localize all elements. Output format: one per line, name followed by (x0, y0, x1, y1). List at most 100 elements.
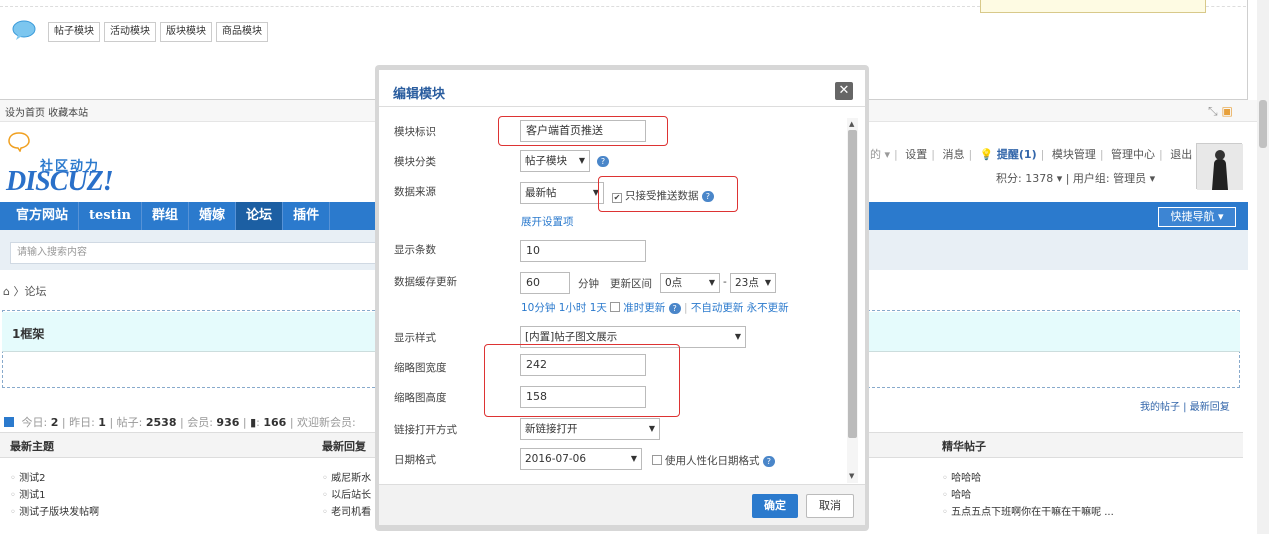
link-separator: | (683, 302, 688, 314)
help-icon[interactable]: ? (762, 456, 775, 467)
column-title-replies: 最新回复 (322, 440, 366, 453)
user-links-prefix: 的 ▾ (870, 148, 891, 161)
scroll-up-icon[interactable]: ▲ (849, 120, 854, 128)
diy-tip-box (980, 0, 1206, 13)
admin-center-link[interactable]: 管理中心 (1111, 148, 1155, 161)
help-icon[interactable]: ? (668, 303, 681, 314)
dialog-divider (379, 106, 865, 107)
nav-plugins[interactable]: 插件 (283, 202, 331, 230)
stats-today: 2 (50, 416, 59, 429)
scroll-down-icon[interactable]: ▼ (849, 472, 854, 480)
range-from-select[interactable]: 0点 (660, 273, 720, 293)
on-time-text: 准时更新 (623, 302, 666, 314)
display-count-input[interactable]: 10 (520, 240, 646, 262)
nav-testin[interactable]: testin (79, 202, 143, 230)
cancel-button[interactable]: 取消 (806, 494, 854, 518)
logo-bubble-icon (8, 132, 30, 152)
nav-official[interactable]: 官方网站 (6, 202, 80, 230)
list-item[interactable]: 五点五点下班啊你在干嘛在干嘛呢 ... (942, 504, 1114, 521)
module-category-label: 模块分类 (394, 156, 436, 168)
link-open-select[interactable]: 新链接打开 (520, 418, 660, 440)
logo-text[interactable]: DISCUZ! (6, 166, 114, 198)
quick-time-links[interactable]: 10分钟 1小时 1天 (521, 302, 607, 314)
remind-link[interactable]: 提醒(1) (997, 148, 1037, 161)
user-points[interactable]: 积分: 1378 ▾ | 用户组: 管理员 ▾ (996, 170, 1155, 186)
diy-tab-goods[interactable]: 商品模块 (216, 22, 268, 42)
column-title-newest: 最新主题 (10, 440, 54, 453)
list-item[interactable]: 测试2 (10, 470, 99, 487)
stats-today-label: 今日: (21, 416, 48, 429)
list-item[interactable]: 老司机看 (322, 504, 371, 521)
newest-list: 测试2 测试1 测试子版块发帖啊 (10, 470, 99, 521)
breadcrumb[interactable]: ⌂ 〉论坛 (3, 283, 46, 299)
module-id-label: 模块标识 (394, 126, 436, 138)
data-source-select[interactable]: 最新帖 (520, 182, 604, 204)
module-category-select[interactable]: 帖子模块 (520, 150, 590, 172)
diy-tab-thread[interactable]: 帖子模块 (48, 22, 100, 42)
diy-tab-forum[interactable]: 版块模块 (160, 22, 212, 42)
column-title-digest: 精华帖子 (942, 440, 986, 453)
thumb-height-label: 缩略图高度 (394, 392, 447, 404)
cache-minutes-input[interactable]: 60 (520, 272, 570, 294)
nav-groups[interactable]: 群组 (142, 202, 190, 230)
logout-link[interactable]: 退出 (1170, 148, 1192, 161)
frame-title: 1框架 (12, 327, 45, 341)
shrink-icon[interactable]: ⤡ (1208, 104, 1218, 118)
thumb-width-label: 缩略图宽度 (394, 362, 447, 374)
list-item[interactable]: 威尼斯水 (322, 470, 371, 487)
diy-tab-activity[interactable]: 活动模块 (104, 22, 156, 42)
messages-link[interactable]: 消息 (942, 148, 964, 161)
push-only-checkbox[interactable]: ✔ (612, 193, 622, 203)
module-id-input[interactable]: 客户端首页推送 (520, 120, 646, 142)
my-posts-links[interactable]: 我的帖子 | 最新回复 (1140, 398, 1230, 413)
quick-nav-button[interactable]: 快捷导航 ▾ (1158, 207, 1236, 227)
search-input[interactable]: 请输入搜索内容 (10, 242, 380, 264)
topbar-links[interactable]: 设为首页 收藏本站 (5, 104, 88, 119)
bulb-icon: 💡 (979, 148, 994, 161)
module-manage-link[interactable]: 模块管理 (1052, 148, 1096, 161)
on-time-checkbox[interactable] (610, 302, 621, 312)
nav-wedding[interactable]: 婚嫁 (189, 202, 237, 230)
list-item[interactable]: 哈哈哈 (942, 470, 1114, 487)
color-icon[interactable]: ▣ (1221, 104, 1232, 118)
page-scrollbar[interactable] (1257, 0, 1269, 534)
list-item[interactable]: 测试子版块发帖啊 (10, 504, 99, 521)
avatar[interactable] (1196, 143, 1243, 190)
data-source-label: 数据来源 (394, 186, 436, 198)
date-format-select[interactable]: 2016-07-06 (520, 448, 642, 470)
replies-list: 威尼斯水 以后站长 老司机看 (322, 470, 371, 521)
dialog-title: 编辑模块 (393, 87, 446, 102)
update-range-label: 更新区间 (610, 278, 652, 290)
dialog-scroll-thumb[interactable] (848, 130, 857, 438)
close-icon[interactable]: ✕ (835, 82, 853, 100)
list-item[interactable]: 哈哈 (942, 487, 1114, 504)
range-to-select[interactable]: 23点 (730, 273, 776, 293)
cache-update-label: 数据缓存更新 (394, 276, 457, 288)
help-icon[interactable]: ? (701, 191, 714, 202)
topbar-icons[interactable]: ⤡ ▣ (1208, 104, 1233, 119)
stats-posts-label: 帖子: (116, 416, 143, 429)
settings-link[interactable]: 设置 (905, 148, 927, 161)
list-item[interactable]: 以后站长 (322, 487, 371, 504)
stats-yesterday-label: 昨日: (69, 416, 95, 429)
push-only-option[interactable]: ✔ 只接受推送数据 ? (612, 188, 714, 203)
thumb-height-input[interactable]: 158 (520, 386, 646, 408)
cache-quick-links[interactable]: 10分钟 1小时 1天 准时更新 ? | 不自动更新 永不更新 (521, 300, 789, 315)
nav-forum[interactable]: 论坛 (236, 202, 284, 230)
human-date-text: 使用人性化日期格式 (665, 455, 760, 467)
avatar-image (1197, 144, 1243, 190)
nav-items: 官方网站 testin 群组 婚嫁 论坛 插件 (6, 202, 331, 230)
page-scroll-thumb[interactable] (1259, 100, 1267, 148)
list-item[interactable]: 测试1 (10, 487, 99, 504)
display-style-label: 显示样式 (394, 332, 436, 344)
thumb-width-input[interactable]: 242 (520, 354, 646, 376)
confirm-button[interactable]: 确定 (752, 494, 798, 518)
date-format-label: 日期格式 (394, 454, 436, 466)
help-icon[interactable]: ? (597, 156, 609, 167)
user-links: 的 ▾ | 设置 | 消息 | 💡 提醒(1) | 模块管理 | 管理中心 | 退出 (870, 148, 1193, 161)
human-date-checkbox[interactable] (652, 455, 662, 465)
expand-settings-link[interactable]: 展开设置项 (521, 214, 574, 229)
stats-yesterday: 1 (98, 416, 106, 429)
human-date-option[interactable]: 使用人性化日期格式 ? (652, 453, 775, 468)
no-auto-update-links[interactable]: 不自动更新 永不更新 (691, 302, 789, 314)
